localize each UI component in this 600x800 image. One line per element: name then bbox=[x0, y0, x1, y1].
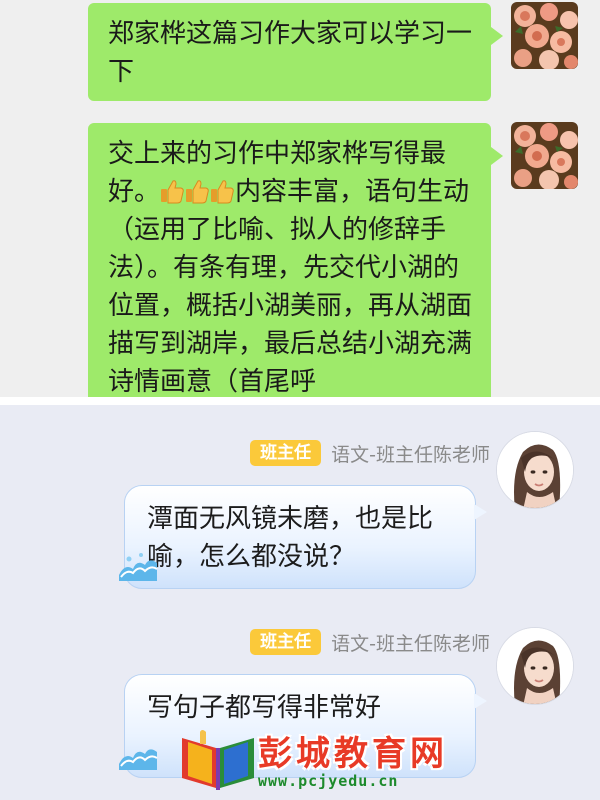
watermark-url: www.pcjyedu.cn bbox=[258, 772, 399, 790]
wave-decoration-icon bbox=[119, 547, 159, 592]
sender-name[interactable]: 语文-班主任陈老师 bbox=[331, 629, 490, 656]
sender-name[interactable]: 语文-班主任陈老师 bbox=[331, 440, 490, 467]
message-bubble[interactable]: 交上来的习作中郑家桦写得最好。 内容丰富，语句生动（运用了比喻、拟人的修辞手法）。… bbox=[88, 123, 503, 397]
message-text: 写句子都写得非常好 bbox=[147, 693, 382, 723]
watermark-title: 彭城教育网 bbox=[258, 734, 448, 774]
message-text: 潭面无风镜未磨，也是比喻，怎么都没说？ bbox=[147, 504, 434, 572]
wechat-chat-panel: 郑家桦这篇习作大家可以学习一下 交上来的习作中郑家桦写得最好。 内容丰富，语句生动… bbox=[0, 0, 600, 397]
message-meta: 班主任 语文-班主任陈老师 bbox=[250, 439, 490, 467]
message-text: 内容丰富，语句生动（运用了比喻、拟人的修辞手法）。有条有理，先交代小湖的位置，概… bbox=[108, 177, 473, 397]
role-badge: 班主任 bbox=[250, 629, 322, 655]
avatar[interactable] bbox=[511, 2, 578, 69]
role-badge: 班主任 bbox=[250, 440, 322, 466]
avatar[interactable] bbox=[496, 431, 574, 509]
message-text: 郑家桦这篇习作大家可以学习一下 bbox=[108, 19, 473, 87]
message-meta: 班主任 语文-班主任陈老师 bbox=[250, 628, 490, 656]
avatar[interactable] bbox=[511, 122, 578, 189]
message-bubble[interactable]: 潭面无风镜未磨，也是比喻，怎么都没说？ bbox=[119, 485, 487, 589]
message-bubble[interactable]: 郑家桦这篇习作大家可以学习一下 bbox=[88, 3, 503, 101]
avatar[interactable] bbox=[496, 627, 574, 705]
panel-divider bbox=[0, 397, 600, 405]
site-watermark: 彭城教育网 www.pcjyedu.cn bbox=[158, 724, 458, 796]
thumbs-up-icon bbox=[160, 177, 235, 207]
book-logo-icon bbox=[178, 728, 258, 798]
wave-decoration-icon bbox=[119, 736, 159, 781]
